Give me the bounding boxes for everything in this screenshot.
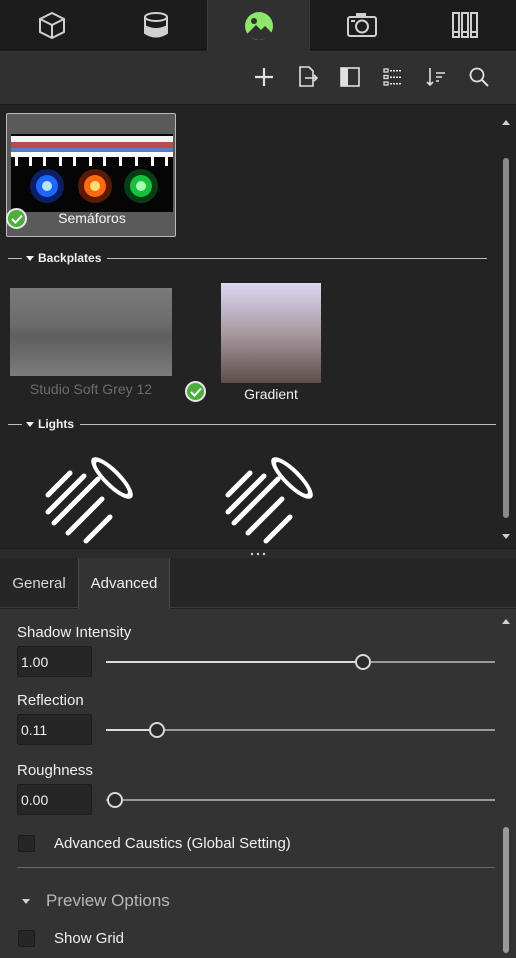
roughness-input[interactable]: 0.00 <box>17 784 92 815</box>
preview-options-title: Preview Options <box>46 891 170 910</box>
sort-button[interactable] <box>422 63 450 91</box>
tab-advanced[interactable]: Advanced <box>78 558 170 609</box>
section-header-backplates[interactable]: Backplates <box>8 250 488 266</box>
spotlight-icon <box>45 457 133 544</box>
scroll-down-icon[interactable] <box>502 534 510 539</box>
collapse-triangle-icon <box>26 421 34 427</box>
reflection-input[interactable]: 0.11 <box>17 714 92 745</box>
advanced-caustics-label: Advanced Caustics (Global Setting) <box>54 835 291 852</box>
shadow-intensity-label: Shadow Intensity <box>17 624 132 641</box>
import-icon <box>299 66 319 87</box>
shadow-intensity-input[interactable]: 1.00 <box>17 646 92 677</box>
split-view-button[interactable] <box>336 63 364 91</box>
backplate-thumbnail <box>221 283 321 383</box>
grip-dots-icon <box>250 552 266 556</box>
property-tabs: General Advanced <box>0 558 516 609</box>
search-icon <box>469 67 489 87</box>
tab-libraries[interactable] <box>413 0 516 50</box>
backplate-label: Gradient <box>244 386 298 402</box>
import-button[interactable] <box>293 63 321 91</box>
environment-label: Semáforos <box>58 210 126 226</box>
add-icon <box>255 68 273 86</box>
bucket-icon <box>143 12 168 38</box>
list-view-button[interactable] <box>379 63 407 91</box>
properties-panel: Shadow Intensity 1.00 Reflection 0.11 Ro… <box>0 609 516 958</box>
spotlight-icon <box>225 457 313 544</box>
environment-thumbnail <box>11 134 173 212</box>
show-grid-label: Show Grid <box>54 930 125 947</box>
book-columns-icon <box>451 12 478 38</box>
search-button[interactable] <box>465 63 493 91</box>
show-grid-checkbox[interactable] <box>18 930 35 947</box>
slider-knob[interactable] <box>107 792 123 808</box>
active-check-icon <box>185 381 206 402</box>
roughness-label: Roughness <box>17 762 93 779</box>
preview-options-header[interactable]: Preview Options <box>22 891 170 911</box>
tab-materials[interactable] <box>104 0 207 50</box>
light-card[interactable] <box>40 452 140 548</box>
slider-knob[interactable] <box>148 722 165 738</box>
reflection-slider[interactable] <box>106 722 495 738</box>
reflection-label: Reflection <box>17 692 84 709</box>
divider <box>17 867 495 868</box>
advanced-caustics-checkbox[interactable] <box>18 835 35 852</box>
library-toolbar <box>0 51 516 105</box>
split-view-icon <box>340 67 360 87</box>
backplate-card-gradient[interactable]: Gradient <box>184 282 324 404</box>
section-header-lights[interactable]: Lights <box>8 416 496 432</box>
tab-cameras[interactable] <box>310 0 413 50</box>
slider-knob[interactable] <box>354 654 371 670</box>
section-title: Backplates <box>38 251 102 265</box>
shadow-intensity-slider[interactable] <box>106 654 495 670</box>
panel-splitter[interactable] <box>0 548 516 558</box>
environment-card-semaforos[interactable]: Semáforos <box>6 113 176 237</box>
camera-icon <box>346 13 377 37</box>
light-card[interactable] <box>220 452 320 548</box>
scrollbar-thumb[interactable] <box>503 158 509 518</box>
backplate-thumbnail <box>10 288 172 376</box>
landscape-icon <box>244 11 273 40</box>
environment-library: Semáforos Backplates Studio Soft Grey 12… <box>0 106 516 548</box>
scroll-up-icon[interactable] <box>502 619 510 624</box>
properties-scrollbar[interactable] <box>501 615 511 955</box>
scroll-up-icon[interactable] <box>502 120 510 125</box>
sort-icon <box>426 68 445 87</box>
library-scrollbar[interactable] <box>501 114 511 542</box>
backplate-card-studio-soft-grey[interactable]: Studio Soft Grey 12 <box>10 288 172 404</box>
backplate-label: Studio Soft Grey 12 <box>29 381 153 397</box>
add-button[interactable] <box>250 63 278 91</box>
section-title: Lights <box>38 417 74 431</box>
tab-general[interactable]: General <box>0 558 78 608</box>
cube-icon <box>39 11 65 40</box>
tab-models[interactable] <box>0 0 104 50</box>
list-view-icon <box>383 68 401 86</box>
scrollbar-thumb[interactable] <box>503 827 509 953</box>
top-tab-bar <box>0 0 516 51</box>
tab-environments[interactable] <box>207 0 310 51</box>
roughness-slider[interactable] <box>106 792 495 808</box>
active-check-icon <box>6 208 27 229</box>
collapse-triangle-icon <box>22 898 30 904</box>
collapse-triangle-icon <box>26 255 34 261</box>
